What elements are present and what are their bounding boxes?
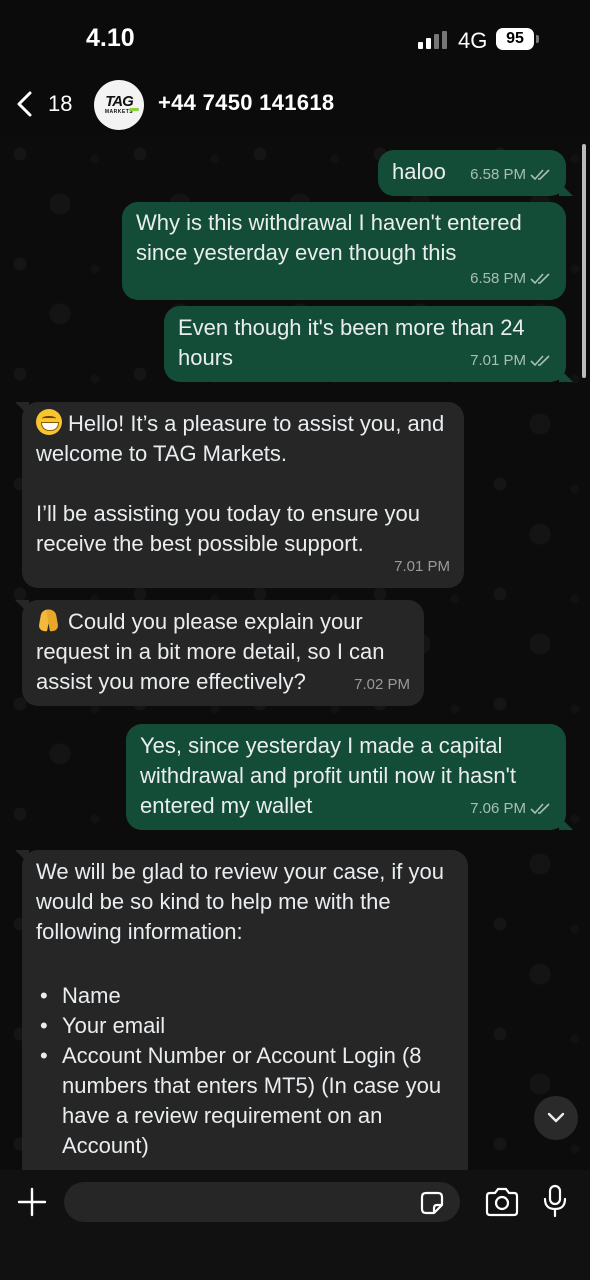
folded-hands-icon — [36, 607, 62, 633]
list-item: Your email — [36, 1011, 454, 1041]
message-text: Why is this withdrawal I haven't entered… — [136, 210, 528, 265]
bubble-tail — [15, 600, 29, 614]
chat-header: 18 TAG MARKETS +44 7450 141618 — [0, 80, 590, 134]
sticker-icon[interactable] — [418, 1189, 446, 1217]
scrollbar[interactable] — [582, 144, 586, 378]
microphone-icon[interactable] — [542, 1184, 568, 1218]
battery-tip — [536, 35, 539, 43]
chevron-left-icon — [17, 91, 32, 117]
message-meta: 7.06 PM — [470, 794, 552, 824]
avatar-accent — [129, 108, 139, 111]
double-check-icon — [530, 803, 550, 815]
message-bubble-outgoing[interactable]: Why is this withdrawal I haven't entered… — [122, 202, 566, 300]
scroll-to-bottom-button[interactable] — [534, 1096, 578, 1140]
message-text: Yes, since yesterday I made a capital wi… — [140, 733, 523, 818]
message-text: Could you please explain your request in… — [36, 609, 391, 694]
message-meta: 6.58 PM — [470, 160, 552, 190]
avatar-logo-text: TAG — [105, 93, 134, 110]
message-time: 7.02 PM — [354, 676, 410, 693]
message-time: 7.01 PM — [394, 558, 450, 575]
message-time: 6.58 PM — [470, 270, 526, 287]
message-bubble-incoming[interactable]: Could you please explain your request in… — [15, 600, 424, 706]
message-text: We will be glad to review your case, if … — [36, 859, 451, 944]
bullet-list: Name Your email Account Number or Accoun… — [36, 981, 454, 1161]
bubble-tail — [559, 816, 573, 830]
status-bar: 4.10 4G 95 — [0, 0, 590, 80]
bubble-tail — [559, 182, 573, 196]
message-bubble-outgoing[interactable]: Even though it's been more than 24 hours… — [164, 306, 573, 382]
avatar[interactable]: TAG MARKETS — [94, 80, 144, 130]
bubble-tail — [559, 368, 573, 382]
message-time: 7.01 PM — [470, 352, 526, 369]
bubble-tail — [15, 850, 29, 864]
message-time: 7.06 PM — [470, 800, 526, 817]
chat-area[interactable]: haloo 6.58 PM Why is this withdrawal I h… — [0, 134, 590, 1170]
network-type: 4G — [458, 28, 488, 53]
plus-icon[interactable] — [16, 1186, 48, 1218]
message-bubble-outgoing[interactable]: Yes, since yesterday I made a capital wi… — [126, 724, 573, 830]
message-input[interactable] — [64, 1182, 460, 1222]
battery-icon: 95 — [496, 28, 534, 50]
bubble-tail — [15, 402, 29, 416]
contact-name[interactable]: +44 7450 141618 — [158, 90, 334, 116]
double-check-icon — [530, 273, 550, 285]
message-bubble-incoming[interactable]: Hello! It’s a pleasure to assist you, an… — [15, 402, 464, 588]
message-bubble-outgoing[interactable]: haloo 6.58 PM — [378, 150, 573, 196]
message-meta: 7.01 PM — [470, 346, 552, 376]
signal-icon — [418, 31, 448, 49]
message-bubble-incoming[interactable]: We will be glad to review your case, if … — [15, 850, 468, 1170]
double-check-icon — [530, 169, 550, 181]
back-button[interactable]: 18 — [14, 80, 78, 128]
unread-count: 18 — [48, 91, 73, 116]
list-item: Account Number or Account Login (8 numbe… — [36, 1041, 454, 1161]
message-text: Hello! It’s a pleasure to assist you, an… — [36, 411, 445, 556]
message-time: 6.58 PM — [470, 166, 526, 183]
message-text: haloo — [392, 159, 446, 184]
status-time: 4.10 — [86, 24, 135, 52]
grinning-face-icon — [36, 409, 62, 435]
chevron-down-icon — [547, 1112, 565, 1123]
list-item: Name — [36, 981, 454, 1011]
input-bar — [0, 1170, 590, 1280]
double-check-icon — [530, 355, 550, 367]
message-meta: 7.02 PM — [354, 670, 410, 700]
camera-icon[interactable] — [484, 1186, 520, 1218]
message-meta: 7.01 PM — [394, 552, 450, 582]
message-meta: 6.58 PM — [470, 264, 552, 294]
